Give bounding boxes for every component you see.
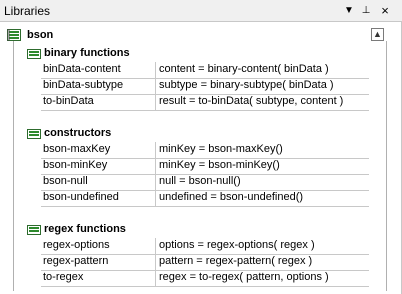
collapse-button[interactable]: ▲ — [371, 28, 384, 41]
function-signature: options = regex-options( regex ) — [159, 239, 315, 251]
function-name[interactable]: to-binData — [43, 95, 94, 107]
column-divider — [155, 158, 156, 174]
function-signature: minKey = bson-maxKey() — [159, 143, 283, 155]
function-signature: subtype = binary-subtype( binData ) — [159, 79, 334, 91]
function-row[interactable]: bson-maxKey minKey = bson-maxKey() — [41, 142, 369, 159]
function-name[interactable]: to-regex — [43, 271, 83, 283]
close-icon[interactable]: × — [378, 3, 392, 18]
function-signature: pattern = regex-pattern( regex ) — [159, 255, 313, 267]
function-row[interactable]: binData-content content = binary-content(… — [41, 62, 369, 79]
function-row[interactable]: bson-minKey minKey = bson-minKey() — [41, 158, 369, 175]
function-row[interactable]: bson-undefined undefined = bson-undefined… — [41, 190, 369, 207]
function-name[interactable]: regex-options — [43, 239, 110, 251]
libraries-panel: bson ▲ binary functions binData-content co… — [0, 22, 402, 294]
function-group-icon — [27, 225, 41, 235]
function-name[interactable]: bson-maxKey — [43, 143, 110, 155]
function-row[interactable]: regex-options options = regex-options( re… — [41, 238, 369, 255]
function-signature: null = bson-null() — [159, 175, 241, 187]
function-name[interactable]: regex-pattern — [43, 255, 108, 267]
panel-title: Libraries — [4, 4, 51, 18]
function-name[interactable]: binData-subtype — [43, 79, 123, 91]
function-signature: content = binary-content( binData ) — [159, 63, 329, 75]
function-row[interactable]: binData-subtype subtype = binary-subtype(… — [41, 78, 369, 95]
function-signature: minKey = bson-minKey() — [159, 159, 280, 171]
function-signature: undefined = bson-undefined() — [159, 191, 304, 203]
function-group-icon — [27, 49, 41, 59]
function-row[interactable]: regex-pattern pattern = regex-pattern( re… — [41, 254, 369, 271]
function-group-label[interactable]: constructors — [44, 127, 111, 139]
column-divider — [155, 190, 156, 206]
function-signature: result = to-binData( subtype, content ) — [159, 95, 344, 107]
column-divider — [155, 94, 156, 110]
function-name[interactable]: bson-null — [43, 175, 88, 187]
function-row[interactable]: bson-null null = bson-null() — [41, 174, 369, 191]
dropdown-icon[interactable]: ▼ — [342, 3, 356, 17]
column-divider — [155, 174, 156, 190]
column-divider — [155, 254, 156, 270]
pin-icon[interactable]: ⊥ — [359, 3, 373, 17]
function-name[interactable]: binData-content — [43, 63, 121, 75]
function-signature: regex = to-regex( pattern, options ) — [159, 271, 329, 283]
function-row[interactable]: to-regex regex = to-regex( pattern, optio… — [41, 270, 369, 287]
function-name[interactable]: bson-undefined — [43, 191, 119, 203]
column-divider — [155, 78, 156, 94]
function-group-label[interactable]: binary functions — [44, 47, 130, 59]
column-divider — [155, 62, 156, 78]
function-row[interactable]: to-binData result = to-binData( subtype, … — [41, 94, 369, 111]
column-divider — [155, 142, 156, 158]
library-icon — [7, 29, 21, 41]
column-divider — [155, 270, 156, 286]
column-divider — [155, 238, 156, 254]
function-group-icon — [27, 129, 41, 139]
panel-titlebar: Libraries ▼ ⊥ × — [0, 0, 402, 22]
library-root-label[interactable]: bson — [27, 29, 53, 41]
function-name[interactable]: bson-minKey — [43, 159, 107, 171]
function-group-label[interactable]: regex functions — [44, 223, 126, 235]
